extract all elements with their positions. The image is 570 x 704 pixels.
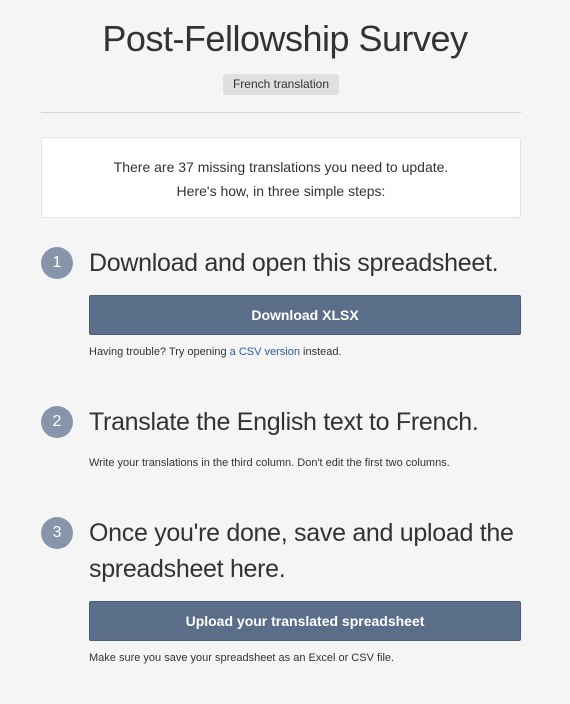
page-title: Post-Fellowship Survey bbox=[102, 18, 468, 59]
info-line-1: There are 37 missing translations you ne… bbox=[113, 159, 449, 175]
csv-version-link[interactable]: a CSV version bbox=[230, 346, 300, 358]
step-1-note: Having trouble? Try opening a CSV versio… bbox=[89, 346, 342, 358]
download-xlsx-button[interactable]: Download XLSX bbox=[89, 295, 521, 335]
step-3-number: 3 bbox=[41, 517, 73, 549]
step-1-number: 1 bbox=[41, 247, 73, 279]
step-1-heading: Download and open this spreadsheet. bbox=[89, 249, 499, 277]
upload-spreadsheet-button[interactable]: Upload your translated spreadsheet bbox=[89, 601, 521, 641]
note-text: instead. bbox=[299, 346, 342, 358]
step-3-note: Make sure you save your spreadsheet as a… bbox=[89, 652, 395, 664]
step-2-number: 2 bbox=[41, 406, 73, 438]
info-line-2: Here's how, in three simple steps: bbox=[176, 183, 386, 199]
step-2-heading: Translate the English text to French. bbox=[89, 408, 479, 436]
divider bbox=[41, 112, 521, 113]
info-box: There are 37 missing translations you ne… bbox=[41, 137, 521, 218]
step-2-note: Write your translations in the third col… bbox=[89, 457, 450, 469]
note-text: Having trouble? Try opening bbox=[89, 346, 230, 358]
language-badge: French translation bbox=[223, 74, 339, 95]
step-3-heading: Once you're done, save and upload the sp… bbox=[89, 519, 514, 583]
